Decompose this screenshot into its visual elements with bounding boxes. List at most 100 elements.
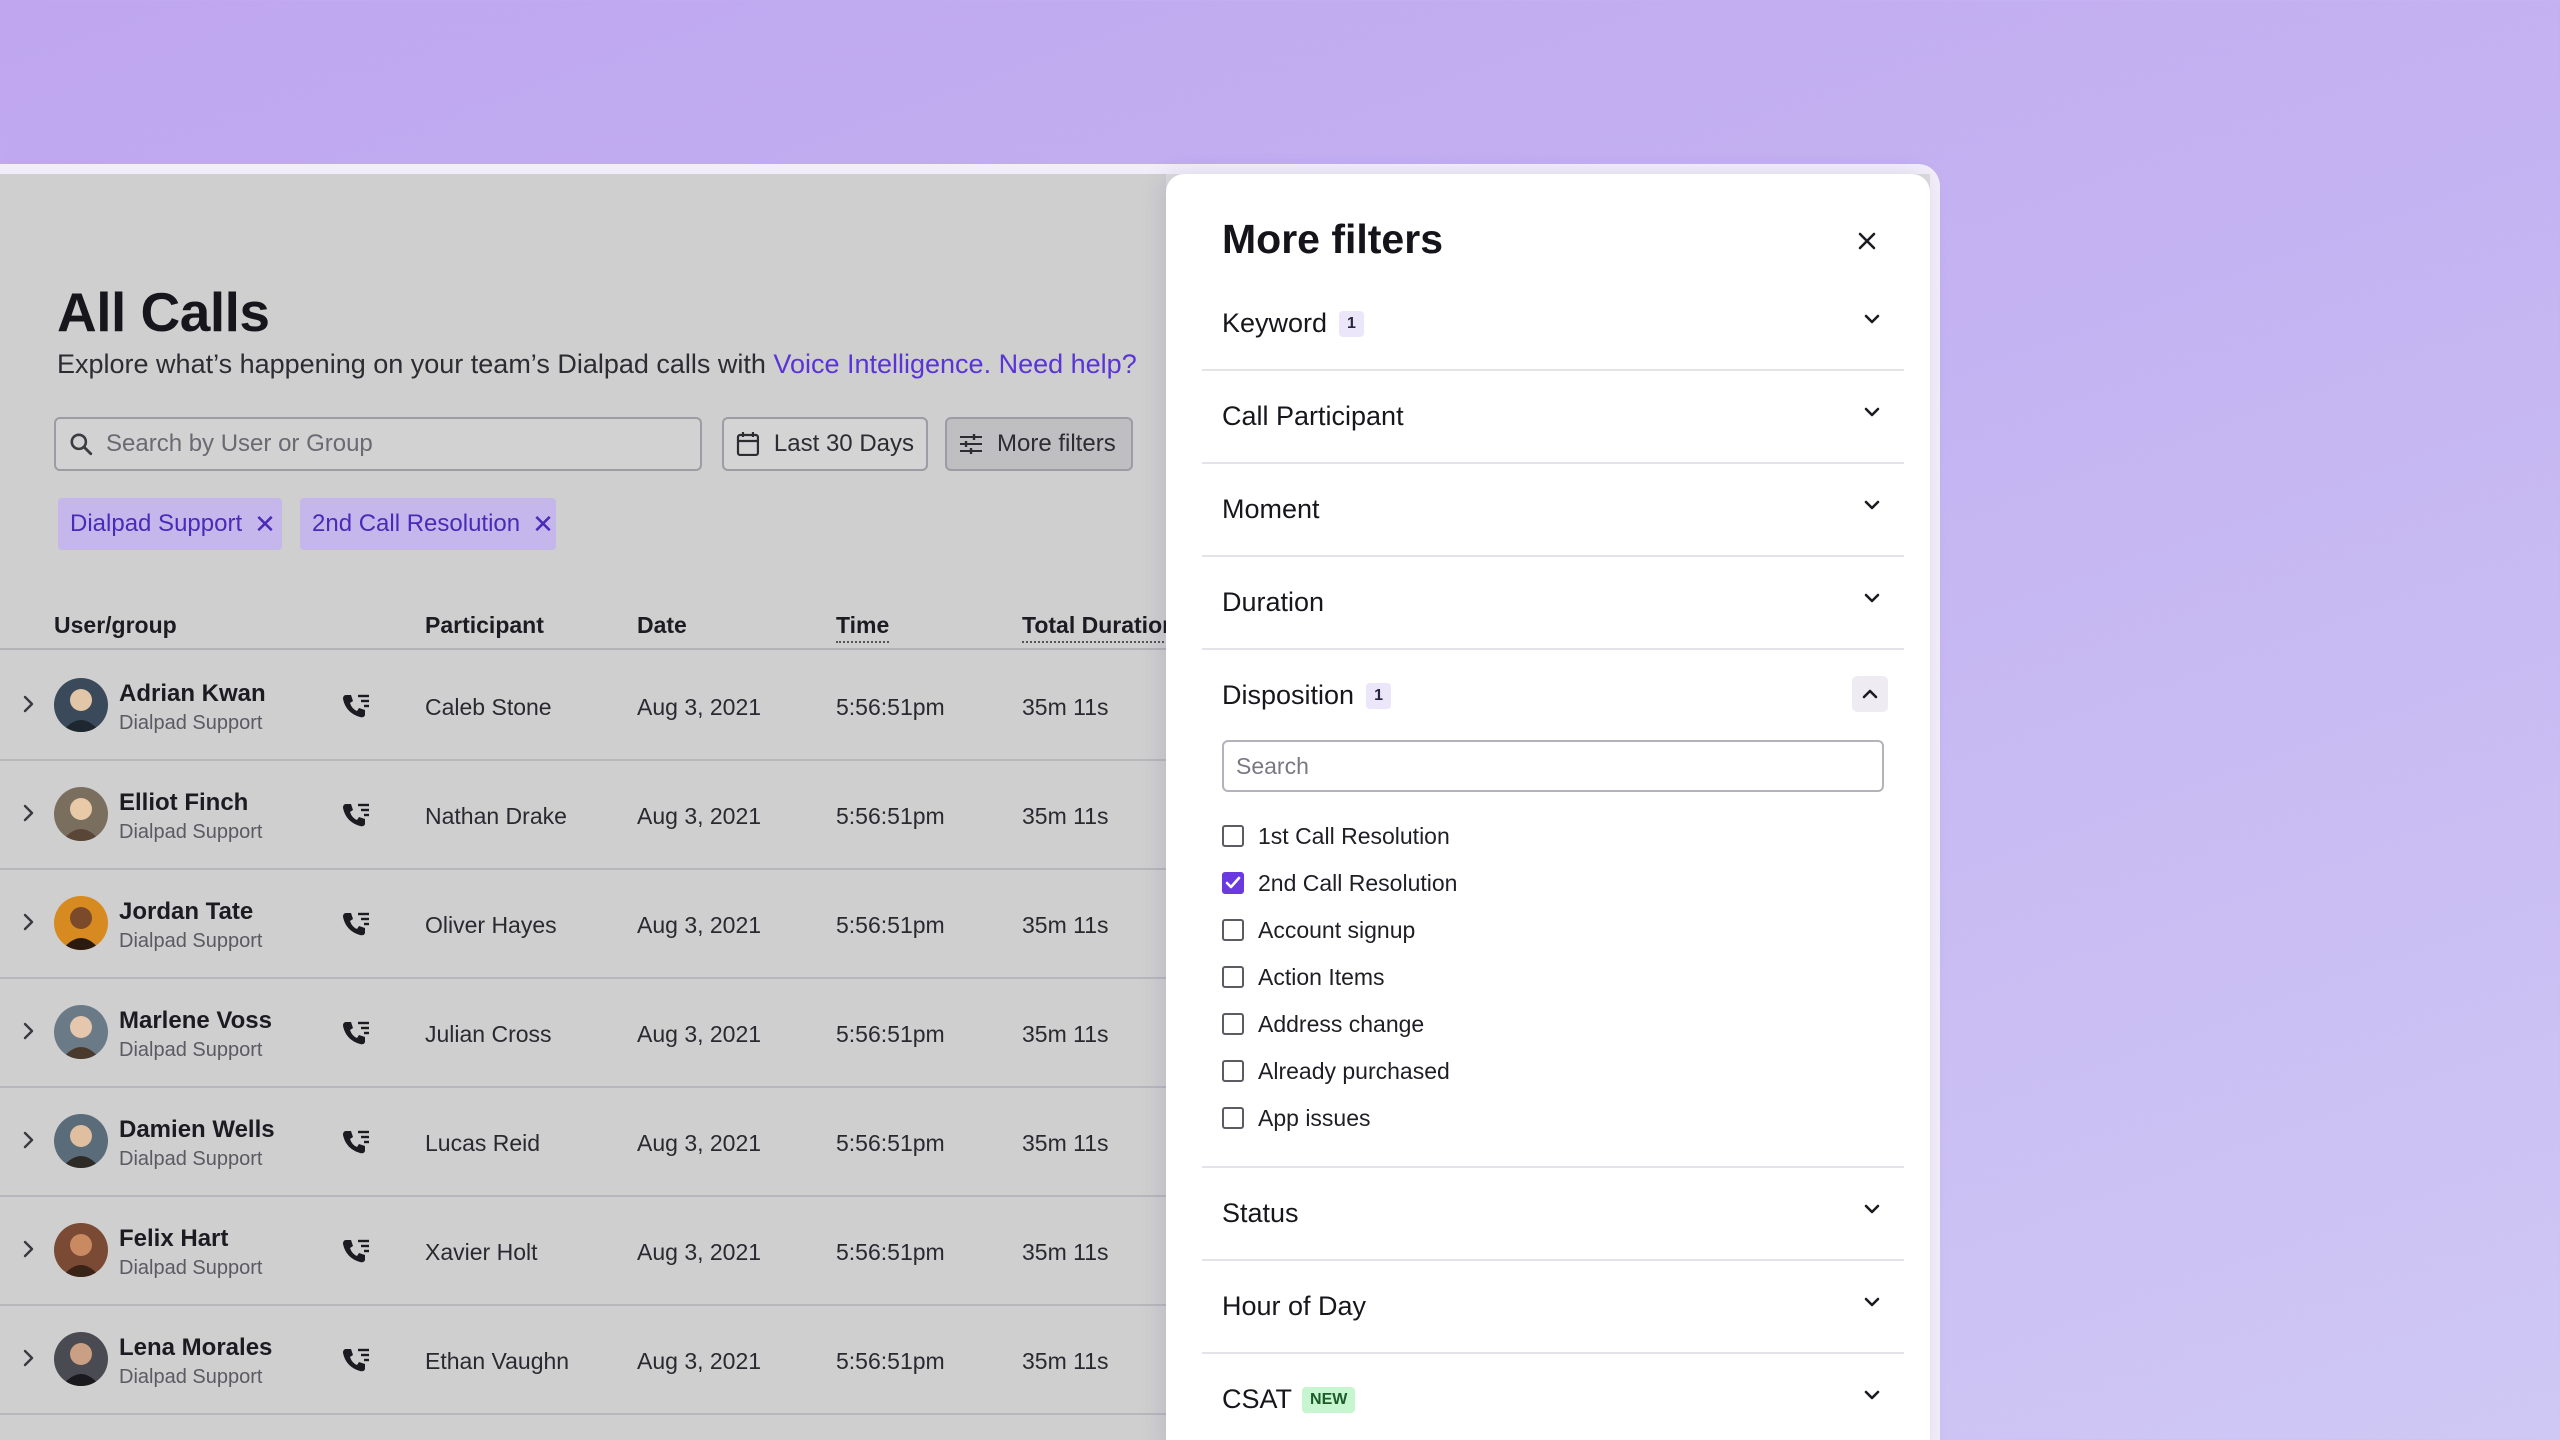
user-name[interactable]: Elliot Finch — [119, 789, 248, 817]
date-cell: Aug 3, 2021 — [637, 1021, 762, 1047]
chevron-right-icon[interactable] — [20, 1019, 38, 1043]
filter-section-moment[interactable]: Moment — [1202, 464, 1904, 557]
user-name[interactable]: Felix Hart — [119, 1225, 228, 1253]
chevron-right-icon[interactable] — [20, 1128, 38, 1152]
participant-cell: Oliver Hayes — [425, 912, 557, 938]
user-name[interactable]: Adrian Kwan — [119, 680, 266, 708]
count-badge: 1 — [1339, 310, 1364, 337]
section-label: Call Participant — [1222, 401, 1404, 432]
option-label: Action Items — [1258, 963, 1385, 990]
table-header: User/group Participant Date Time Total D… — [0, 594, 1177, 650]
disposition-option[interactable]: 1st Call Resolution — [1222, 818, 1450, 854]
section-label: Status — [1222, 1198, 1299, 1229]
chevron-right-icon[interactable] — [20, 692, 38, 716]
disposition-option[interactable]: Address change — [1222, 1006, 1424, 1042]
duration-label: Duration — [1222, 587, 1325, 617]
count-badge: 1 — [1366, 682, 1391, 709]
more-filters-button[interactable]: More filters — [945, 417, 1133, 471]
table-row[interactable]: Jordan Tate Dialpad Support Oliver Hayes… — [0, 870, 1166, 979]
search-input[interactable] — [106, 430, 666, 458]
avatar — [54, 1223, 108, 1277]
checkbox[interactable] — [1222, 919, 1244, 941]
user-group: Dialpad Support — [119, 1039, 263, 1061]
column-header-time[interactable]: Time — [836, 612, 890, 643]
remove-chip-icon[interactable]: ✕ — [532, 509, 554, 540]
date-cell: Aug 3, 2021 — [637, 1130, 762, 1156]
table-row[interactable]: Elliot Finch Dialpad Support Nathan Drak… — [0, 761, 1166, 870]
voice-intelligence-link[interactable]: Voice Intelligence. — [773, 349, 991, 379]
disposition-search-field[interactable] — [1222, 740, 1884, 792]
chevron-down-icon[interactable] — [1862, 498, 1882, 512]
user-group: Dialpad Support — [119, 930, 263, 952]
collapse-button[interactable] — [1852, 676, 1888, 712]
participant-cell: Caleb Stone — [425, 694, 552, 720]
page-subtitle: Explore what’s happening on your team’s … — [57, 349, 1137, 380]
user-name[interactable]: Marlene Voss — [119, 1007, 272, 1035]
chevron-down-icon[interactable] — [1862, 1295, 1882, 1309]
disposition-search-input[interactable] — [1236, 752, 1856, 780]
disposition-option[interactable]: App issues — [1222, 1100, 1371, 1136]
table-row[interactable]: Marlene Voss Dialpad Support Julian Cros… — [0, 979, 1166, 1088]
more-filters-drawer: More filters Keyword 1 Call Participant M… — [1166, 174, 1930, 1440]
participant-cell: Lucas Reid — [425, 1130, 541, 1156]
chevron-right-icon[interactable] — [20, 910, 38, 934]
calls-page: All Calls Explore what’s happening on yo… — [0, 174, 1177, 1440]
checkbox[interactable] — [1222, 1013, 1244, 1035]
date-cell: Aug 3, 2021 — [637, 1348, 762, 1374]
user-name[interactable]: Jordan Tate — [119, 898, 253, 926]
column-header-participant[interactable]: Participant — [425, 612, 544, 639]
avatar — [54, 787, 108, 841]
chevron-right-icon[interactable] — [20, 1346, 38, 1370]
disposition-option[interactable]: Already purchased — [1222, 1053, 1450, 1089]
date-range-button[interactable]: Last 30 Days — [722, 417, 928, 471]
column-header-total-duration[interactable]: Total Duration — [1022, 612, 1177, 643]
disposition-option[interactable]: Action Items — [1222, 959, 1385, 995]
filter-section-call-participant[interactable]: Call Participant — [1202, 371, 1904, 464]
section-label[interactable]: Disposition 1 — [1222, 680, 1391, 711]
chevron-down-icon[interactable] — [1862, 591, 1882, 605]
close-icon[interactable] — [1852, 226, 1882, 256]
date-cell: Aug 3, 2021 — [637, 803, 762, 829]
remove-chip-icon[interactable]: ✕ — [254, 509, 276, 540]
subtitle-text: Explore what’s happening on your team’s … — [57, 349, 774, 379]
need-help-link[interactable]: Need help? — [999, 349, 1137, 379]
checkbox[interactable] — [1222, 966, 1244, 988]
call-transfer-icon — [343, 803, 369, 827]
user-group-search[interactable] — [54, 417, 702, 471]
chevron-right-icon[interactable] — [20, 1237, 38, 1261]
avatar — [54, 1114, 108, 1168]
call-transfer-icon — [343, 694, 369, 718]
table-row[interactable]: Lena Morales Dialpad Support Ethan Vaugh… — [0, 1306, 1166, 1415]
user-name[interactable]: Damien Wells — [119, 1116, 275, 1144]
chevron-down-icon[interactable] — [1862, 1388, 1882, 1402]
column-header-date[interactable]: Date — [637, 612, 687, 639]
checkbox-checked[interactable] — [1222, 872, 1244, 894]
table-row[interactable]: Damien Wells Dialpad Support Lucas Reid … — [0, 1088, 1166, 1197]
chevron-down-icon[interactable] — [1862, 312, 1882, 326]
participant-cell: Julian Cross — [425, 1021, 552, 1047]
filter-section-hour-of-day[interactable]: Hour of Day — [1202, 1261, 1904, 1354]
filter-section-duration[interactable]: Duration — [1202, 557, 1904, 650]
option-label: 1st Call Resolution — [1258, 822, 1450, 849]
checkbox[interactable] — [1222, 1060, 1244, 1082]
filter-section-disposition: Disposition 1 1st Call Resolution 2nd Cal… — [1202, 650, 1904, 1168]
user-name[interactable]: Lena Morales — [119, 1334, 272, 1362]
duration-cell: 35m 11s — [1022, 694, 1109, 720]
disposition-option[interactable]: Account signup — [1222, 912, 1415, 948]
user-group: Dialpad Support — [119, 821, 263, 843]
filter-section-csat[interactable]: CSAT NEW — [1202, 1354, 1904, 1440]
filter-section-status[interactable]: Status — [1202, 1168, 1904, 1261]
table-row[interactable]: Adrian Kwan Dialpad Support Caleb Stone … — [0, 652, 1166, 761]
disposition-option[interactable]: 2nd Call Resolution — [1222, 865, 1457, 901]
table-row[interactable]: Felix Hart Dialpad Support Xavier Holt A… — [0, 1197, 1166, 1306]
chevron-right-icon[interactable] — [20, 801, 38, 825]
column-header-user-group[interactable]: User/group — [54, 612, 177, 639]
option-label: Account signup — [1258, 916, 1416, 943]
chevron-down-icon[interactable] — [1862, 1202, 1882, 1216]
filter-section-keyword[interactable]: Keyword 1 — [1202, 278, 1904, 371]
user-group: Dialpad Support — [119, 712, 263, 734]
checkbox[interactable] — [1222, 825, 1244, 847]
checkbox[interactable] — [1222, 1107, 1244, 1129]
chevron-down-icon[interactable] — [1862, 405, 1882, 419]
user-group: Dialpad Support — [119, 1366, 263, 1388]
